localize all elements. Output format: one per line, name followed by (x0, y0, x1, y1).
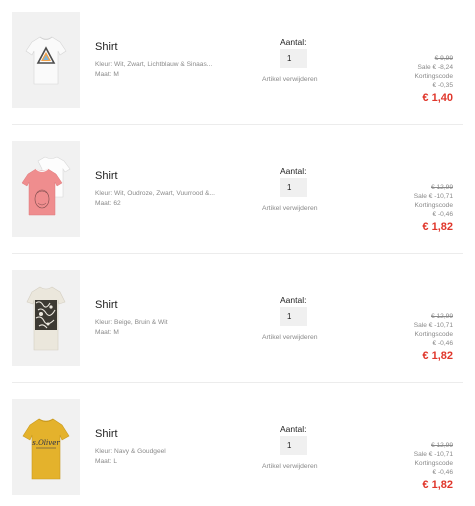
product-color: Kleur: Navy & Goudgeel (95, 448, 166, 455)
final-price: € 1,40 (422, 92, 453, 104)
quantity-input[interactable]: 1 (280, 307, 307, 326)
remove-item-link[interactable]: Artikel verwijderen (262, 205, 318, 212)
product-color: Kleur: Wit, Zwart, Lichtblauw & Sinaas..… (95, 61, 213, 68)
quantity-label: Aantal: (280, 424, 307, 434)
product-name[interactable]: Shirt (95, 41, 118, 53)
price-block: € 12,99 Sale € -10,71 Kortingscode € -0,… (414, 312, 453, 363)
final-price: € 1,82 (422, 221, 453, 233)
sale-discount: Sale € -10,71 (413, 193, 453, 200)
item-divider (12, 382, 463, 383)
discount-code-value: € -0,46 (432, 469, 453, 476)
quantity-input[interactable]: 1 (280, 436, 307, 455)
item-divider (12, 124, 463, 125)
product-color: Kleur: Wit, Oudroze, Zwart, Vuurrood &..… (95, 190, 215, 197)
product-image[interactable]: s.Oliver (12, 399, 80, 495)
product-image[interactable] (12, 270, 80, 366)
sale-discount: Sale € -10,71 (413, 322, 453, 329)
product-name[interactable]: Shirt (95, 170, 118, 182)
discount-code-label: Kortingscode (414, 331, 454, 338)
product-size: Maat: M (95, 70, 119, 78)
discount-code-label: Kortingscode (414, 202, 454, 209)
product-color: Kleur: Beige, Bruin & Wit (95, 319, 168, 326)
price-block: € 12,99 Sale € -10,71 Kortingscode € -0,… (414, 183, 453, 234)
quantity-label: Aantal: (280, 37, 307, 47)
logo-print: s.Oliver (32, 439, 60, 447)
product-attributes: Kleur: Navy & Goudgeel Maat: L (95, 447, 240, 466)
quantity-input[interactable]: 1 (280, 49, 307, 68)
original-price: € 12,99 (431, 313, 453, 320)
cart-item: s.Oliver Shirt Kleur: Navy & Goudgeel Ma… (0, 387, 475, 506)
product-size: Maat: M (95, 328, 119, 336)
price-block: € 12,99 Sale € -10,71 Kortingscode € -0,… (414, 441, 453, 492)
remove-item-link[interactable]: Artikel verwijderen (262, 463, 318, 470)
discount-code-label: Kortingscode (414, 73, 454, 80)
discount-code-value: € -0,46 (432, 340, 453, 347)
discount-code-value: € -0,46 (432, 211, 453, 218)
final-price: € 1,82 (422, 350, 453, 362)
sale-discount: Sale € -8,24 (417, 64, 453, 71)
cart-item: Shirt Kleur: Wit, Zwart, Lichtblauw & Si… (0, 0, 475, 129)
item-divider (12, 253, 463, 254)
quantity-label: Aantal: (280, 166, 307, 176)
original-price: € 12,99 (431, 442, 453, 449)
product-size: Maat: L (95, 457, 117, 465)
product-image[interactable] (12, 141, 80, 237)
product-attributes: Kleur: Wit, Zwart, Lichtblauw & Sinaas..… (95, 60, 240, 79)
product-attributes: Kleur: Wit, Oudroze, Zwart, Vuurrood &..… (95, 189, 240, 208)
product-name[interactable]: Shirt (95, 428, 118, 440)
final-price: € 1,82 (422, 479, 453, 491)
quantity-label: Aantal: (280, 295, 307, 305)
product-name[interactable]: Shirt (95, 299, 118, 311)
quantity-input[interactable]: 1 (280, 178, 307, 197)
product-image[interactable] (12, 12, 80, 108)
product-attributes: Kleur: Beige, Bruin & Wit Maat: M (95, 318, 240, 337)
product-size: Maat: 62 (95, 199, 121, 207)
cart-item: Shirt Kleur: Beige, Bruin & Wit Maat: M … (0, 258, 475, 387)
original-price: € 9,99 (434, 55, 453, 62)
remove-item-link[interactable]: Artikel verwijderen (262, 334, 318, 341)
sale-discount: Sale € -10,71 (413, 451, 453, 458)
cart-item: Shirt Kleur: Wit, Oudroze, Zwart, Vuurro… (0, 129, 475, 258)
discount-code-label: Kortingscode (414, 460, 454, 467)
discount-code-value: € -0,35 (432, 82, 453, 89)
remove-item-link[interactable]: Artikel verwijderen (262, 76, 318, 83)
original-price: € 12,99 (431, 184, 453, 191)
price-block: € 9,99 Sale € -8,24 Kortingscode € -0,35… (415, 54, 454, 105)
